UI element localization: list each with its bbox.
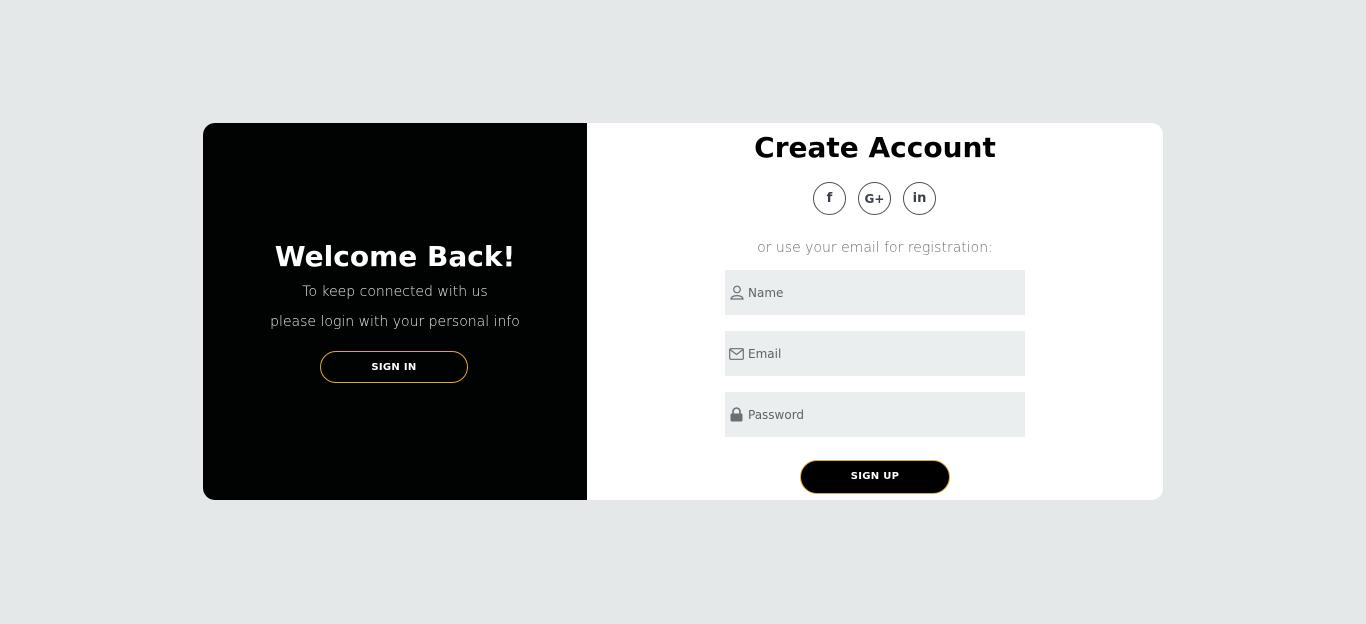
welcome-panel: Welcome Back! To keep connected with us … bbox=[203, 123, 587, 500]
facebook-icon[interactable]: f bbox=[813, 182, 846, 215]
password-field-wrapper bbox=[725, 392, 1025, 437]
google-plus-icon[interactable]: G+ bbox=[858, 182, 891, 215]
welcome-subtitle-line2: please login with your personal info bbox=[270, 314, 520, 330]
google-plus-glyph: G+ bbox=[864, 191, 885, 206]
envelope-icon bbox=[729, 346, 744, 361]
email-field-wrapper bbox=[725, 331, 1025, 376]
facebook-glyph: f bbox=[826, 191, 833, 206]
sign-in-button[interactable]: SIGN IN bbox=[320, 351, 468, 383]
auth-card: Welcome Back! To keep connected with us … bbox=[203, 123, 1163, 500]
registration-hint: or use your email for registration: bbox=[757, 240, 993, 256]
name-field-wrapper bbox=[725, 270, 1025, 315]
name-input[interactable] bbox=[748, 285, 1008, 300]
create-account-title: Create Account bbox=[754, 131, 996, 164]
lock-icon bbox=[729, 407, 744, 422]
linkedin-icon[interactable]: in bbox=[903, 182, 936, 215]
signup-panel: Create Account f G+ in or use your email… bbox=[587, 123, 1163, 500]
welcome-title: Welcome Back! bbox=[274, 240, 516, 273]
sign-up-button[interactable]: SIGN UP bbox=[800, 460, 950, 494]
password-input[interactable] bbox=[748, 407, 1008, 422]
user-icon bbox=[729, 285, 744, 300]
welcome-subtitle-line1: To keep connected with us bbox=[302, 284, 488, 300]
email-input[interactable] bbox=[748, 346, 1008, 361]
linkedin-glyph: in bbox=[912, 191, 927, 206]
